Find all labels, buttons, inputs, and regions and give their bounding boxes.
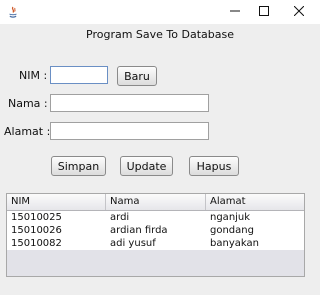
cell-nim: 15010025: [11, 212, 62, 223]
nama-label: Nama :: [8, 97, 48, 110]
cell-alamat: gondang: [210, 225, 254, 236]
maximize-button[interactable]: [247, 0, 281, 22]
table-body: 15010025 ardi nganjuk 15010026 ardian fi…: [7, 211, 304, 250]
cell-nim: 15010026: [11, 225, 62, 236]
java-app-icon: [6, 4, 20, 18]
cell-nama: ardi: [110, 212, 130, 223]
cell-nama: ardian firda: [110, 225, 168, 236]
close-button[interactable]: [282, 0, 316, 22]
column-header-nama[interactable]: Nama: [106, 194, 206, 210]
nim-field[interactable]: [50, 66, 108, 84]
nama-field[interactable]: [50, 94, 209, 112]
simpan-button[interactable]: Simpan: [51, 156, 106, 176]
cell-alamat: nganjuk: [210, 212, 251, 223]
nim-label: NIM :: [19, 69, 48, 82]
alamat-label: Alamat :: [4, 125, 51, 138]
column-header-alamat[interactable]: Alamat: [206, 194, 304, 210]
column-header-nim[interactable]: NIM: [7, 194, 106, 210]
page-title: Program Save To Database: [86, 28, 234, 41]
cell-nim: 15010082: [11, 238, 62, 249]
table-header: NIM Nama Alamat: [7, 194, 304, 211]
update-button[interactable]: Update: [120, 156, 173, 176]
data-table[interactable]: NIM Nama Alamat 15010025 ardi nganjuk 15…: [6, 193, 305, 277]
cell-nama: adi yusuf: [110, 238, 156, 249]
table-row[interactable]: 15010026 ardian firda gondang: [7, 224, 304, 237]
title-bar: [0, 0, 320, 24]
cell-alamat: banyakan: [210, 238, 259, 249]
app-window: Program Save To Database NIM : Baru Nama…: [0, 0, 320, 295]
hapus-button[interactable]: Hapus: [189, 156, 239, 176]
table-row[interactable]: 15010082 adi yusuf banyakan: [7, 237, 304, 250]
baru-button[interactable]: Baru: [117, 66, 157, 86]
table-row[interactable]: 15010025 ardi nganjuk: [7, 211, 304, 224]
alamat-field[interactable]: [50, 122, 209, 140]
